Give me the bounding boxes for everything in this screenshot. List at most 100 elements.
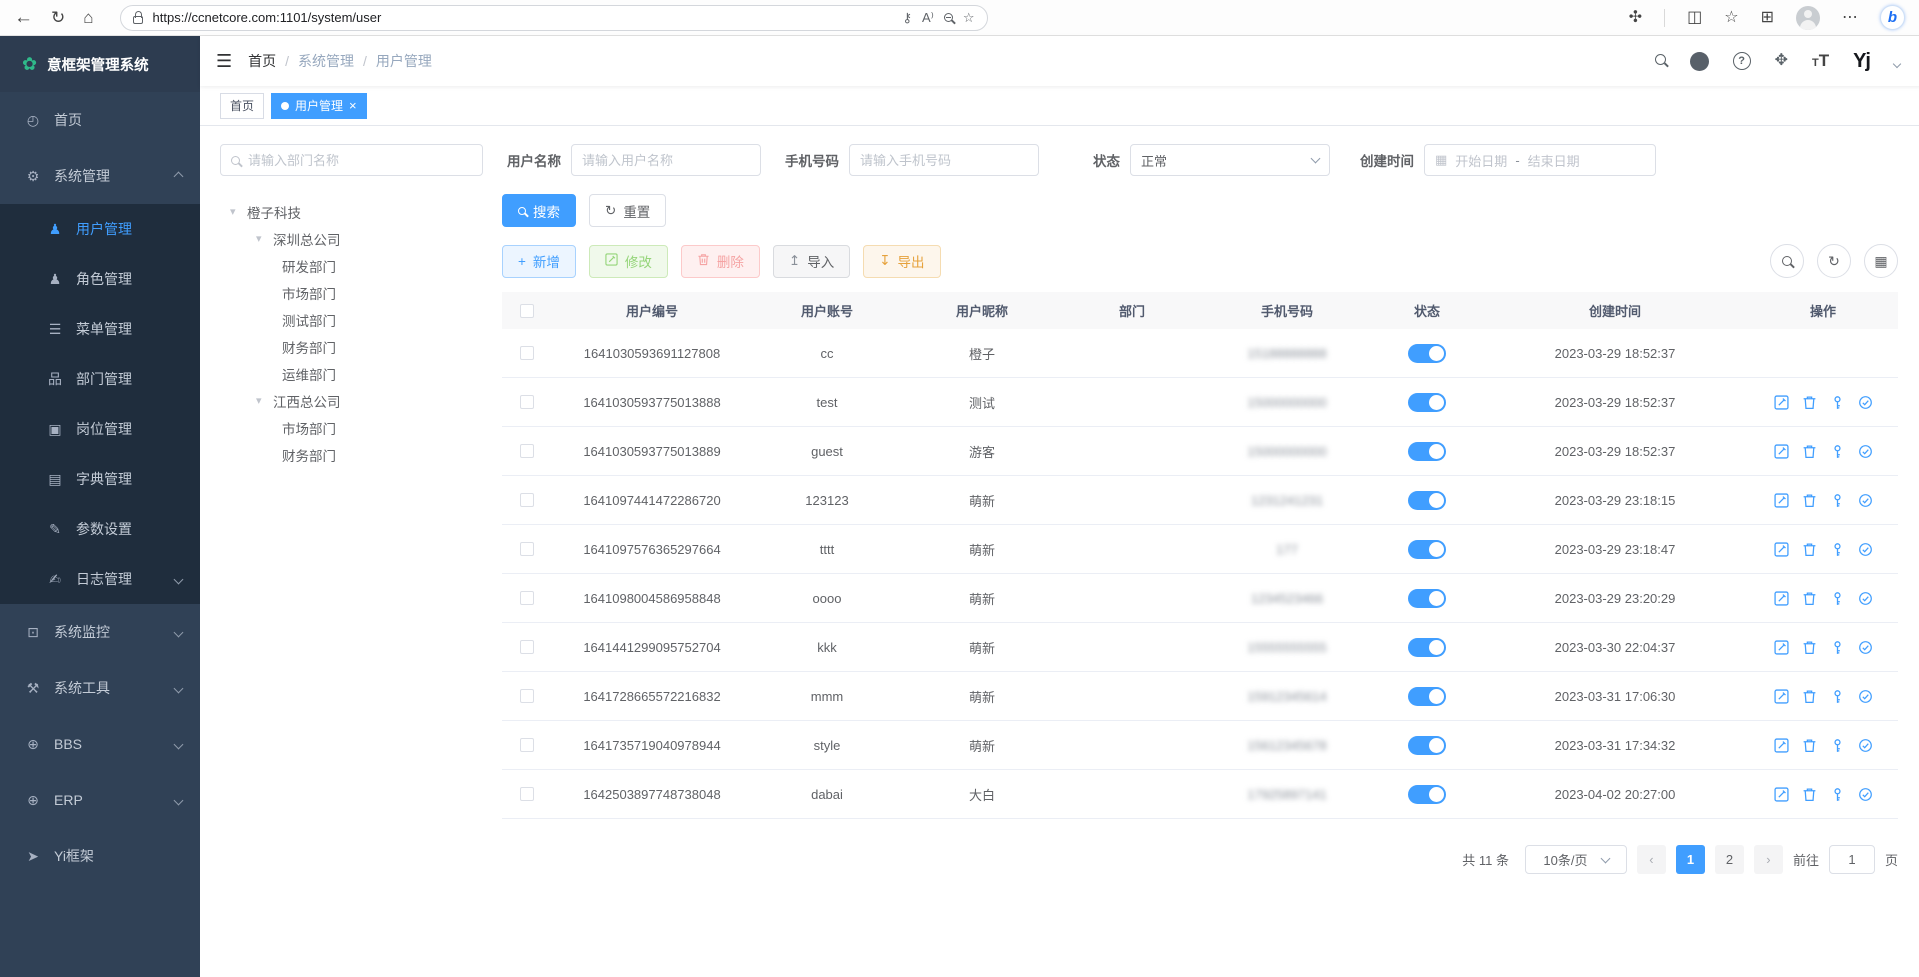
delete-icon[interactable] xyxy=(1802,395,1817,410)
password-key-icon[interactable]: ⚷ xyxy=(902,10,912,26)
url-text[interactable]: https://ccnetcore.com:1101/system/user xyxy=(153,10,893,25)
goto-page-input[interactable] xyxy=(1829,845,1875,874)
sidebar-item[interactable]: ✍ 日志管理 xyxy=(0,554,200,604)
table-refresh-button[interactable]: ↻ xyxy=(1817,244,1851,278)
tree-node[interactable]: ▾ 橙子科技 xyxy=(220,198,483,225)
page-size-select[interactable]: 10条/页 xyxy=(1525,845,1627,874)
row-checkbox[interactable] xyxy=(520,689,534,703)
tree-node[interactable]: 市场部门 xyxy=(220,414,483,441)
status-toggle[interactable] xyxy=(1408,687,1446,706)
delete-icon[interactable] xyxy=(1802,444,1817,459)
breadcrumb-item[interactable]: 系统管理 / xyxy=(298,51,367,71)
browser-refresh-icon[interactable]: ↻ xyxy=(51,9,65,26)
user-dropdown-icon[interactable] xyxy=(1893,60,1901,68)
row-checkbox[interactable] xyxy=(520,640,534,654)
github-icon[interactable] xyxy=(1690,52,1709,71)
reset-password-icon[interactable] xyxy=(1830,444,1845,459)
dept-search-input[interactable] xyxy=(220,144,483,176)
extensions-icon[interactable]: ✣ xyxy=(1629,10,1642,26)
reset-password-icon[interactable] xyxy=(1830,689,1845,704)
prev-page-button[interactable]: ‹ xyxy=(1637,845,1666,874)
sidebar-item[interactable]: ⊕ ERP xyxy=(0,772,200,828)
assign-role-icon[interactable] xyxy=(1858,787,1873,802)
phone-field[interactable] xyxy=(860,153,1036,168)
page-tab[interactable]: 用户管理 × xyxy=(271,93,367,119)
tree-node[interactable]: 财务部门 xyxy=(220,333,483,360)
assign-role-icon[interactable] xyxy=(1858,738,1873,753)
sidebar-toggle-icon[interactable]: ☰ xyxy=(216,51,232,72)
assign-role-icon[interactable] xyxy=(1858,395,1873,410)
page-number-button[interactable]: 2 xyxy=(1715,845,1744,874)
status-toggle[interactable] xyxy=(1408,393,1446,412)
sidebar-item[interactable]: ✎ 参数设置 xyxy=(0,504,200,554)
address-bar[interactable]: https://ccnetcore.com:1101/system/user ⚷… xyxy=(120,5,988,31)
username-input[interactable] xyxy=(571,144,761,176)
import-button[interactable]: ↥ 导入 xyxy=(773,245,850,278)
edit-icon[interactable] xyxy=(1774,787,1789,802)
dept-search-field[interactable] xyxy=(248,153,472,168)
page-tab[interactable]: 首页 xyxy=(220,93,264,119)
status-select[interactable]: 正常 xyxy=(1130,144,1330,176)
reset-password-icon[interactable] xyxy=(1830,738,1845,753)
reset-button[interactable]: ↻ 重置 xyxy=(589,194,666,227)
edit-icon[interactable] xyxy=(1774,689,1789,704)
export-button[interactable]: ↧ 导出 xyxy=(863,245,940,278)
fullscreen-icon[interactable]: ✥ xyxy=(1775,53,1788,69)
sidebar-item[interactable]: ⚙ 系统管理 xyxy=(0,148,200,204)
app-logo[interactable]: ✿ 意框架管理系统 xyxy=(0,36,200,92)
delete-icon[interactable] xyxy=(1802,640,1817,655)
status-toggle[interactable] xyxy=(1408,589,1446,608)
date-range-picker[interactable]: ▦ 开始日期 - 结束日期 xyxy=(1424,144,1656,176)
row-checkbox[interactable] xyxy=(520,493,534,507)
table-columns-button[interactable]: ▦ xyxy=(1864,244,1898,278)
reset-password-icon[interactable] xyxy=(1830,591,1845,606)
breadcrumb-item[interactable]: 用户管理 xyxy=(376,51,432,71)
assign-role-icon[interactable] xyxy=(1858,542,1873,557)
breadcrumb-item[interactable]: 首页 / xyxy=(248,51,289,71)
split-screen-icon[interactable]: ◫ xyxy=(1687,10,1702,26)
search-icon[interactable] xyxy=(1655,52,1666,70)
tree-node[interactable]: 市场部门 xyxy=(220,279,483,306)
sidebar-item[interactable]: ⊕ BBS xyxy=(0,716,200,772)
tab-close-icon[interactable]: × xyxy=(349,99,357,112)
reset-password-icon[interactable] xyxy=(1830,395,1845,410)
reset-password-icon[interactable] xyxy=(1830,787,1845,802)
table-search-toggle-button[interactable] xyxy=(1770,244,1804,278)
delete-button[interactable]: 删除 xyxy=(681,245,760,278)
select-all-checkbox[interactable] xyxy=(520,304,534,318)
edit-icon[interactable] xyxy=(1774,493,1789,508)
edit-icon[interactable] xyxy=(1774,395,1789,410)
status-toggle[interactable] xyxy=(1408,442,1446,461)
tree-node[interactable]: ▾ 江西总公司 xyxy=(220,387,483,414)
next-page-button[interactable]: › xyxy=(1754,845,1783,874)
row-checkbox[interactable] xyxy=(520,542,534,556)
help-icon[interactable]: ? xyxy=(1733,52,1751,70)
assign-role-icon[interactable] xyxy=(1858,640,1873,655)
phone-input[interactable] xyxy=(849,144,1039,176)
delete-icon[interactable] xyxy=(1802,591,1817,606)
page-number-button[interactable]: 1 xyxy=(1676,845,1705,874)
edit-icon[interactable] xyxy=(1774,444,1789,459)
status-toggle[interactable] xyxy=(1408,736,1446,755)
sidebar-item[interactable]: ➤ Yi框架 xyxy=(0,828,200,884)
username-field[interactable] xyxy=(582,153,758,168)
tree-caret-icon[interactable]: ▾ xyxy=(256,394,266,407)
sidebar-item[interactable]: ▣ 岗位管理 xyxy=(0,404,200,454)
search-button[interactable]: 搜索 xyxy=(502,194,576,227)
reset-password-icon[interactable] xyxy=(1830,493,1845,508)
row-checkbox[interactable] xyxy=(520,395,534,409)
status-toggle[interactable] xyxy=(1408,491,1446,510)
delete-icon[interactable] xyxy=(1802,787,1817,802)
tree-node[interactable]: 研发部门 xyxy=(220,252,483,279)
edit-button[interactable]: 修改 xyxy=(589,245,668,278)
sidebar-item[interactable]: ⊡ 系统监控 xyxy=(0,604,200,660)
reset-password-icon[interactable] xyxy=(1830,542,1845,557)
tree-node[interactable]: 运维部门 xyxy=(220,360,483,387)
more-menu-icon[interactable]: ⋯ xyxy=(1842,10,1858,26)
status-toggle[interactable] xyxy=(1408,540,1446,559)
tree-node[interactable]: 财务部门 xyxy=(220,441,483,468)
sidebar-item[interactable]: ♟ 角色管理 xyxy=(0,254,200,304)
reset-password-icon[interactable] xyxy=(1830,640,1845,655)
row-checkbox[interactable] xyxy=(520,444,534,458)
favorite-add-icon[interactable]: ☆ xyxy=(963,10,975,26)
